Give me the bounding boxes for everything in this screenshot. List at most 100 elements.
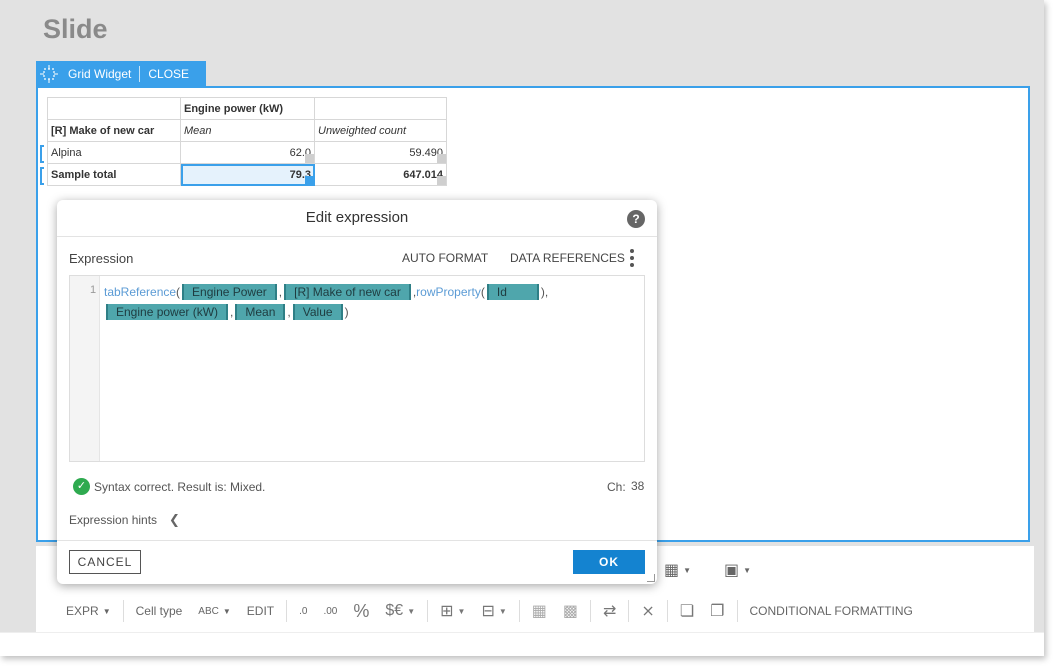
- resize-handle-icon[interactable]: [647, 574, 655, 582]
- increase-decimal-button[interactable]: .00: [315, 590, 345, 632]
- widget-close-button[interactable]: CLOSE: [140, 67, 197, 81]
- grid-cell-count[interactable]: 59.490: [314, 141, 447, 164]
- expression-code[interactable]: tabReference(Engine Power, [R] Make of ne…: [104, 282, 640, 322]
- grid-row-header-label[interactable]: [R] Make of new car: [47, 119, 181, 142]
- reference-token[interactable]: [R] Make of new car: [284, 284, 411, 300]
- widget-move-icon[interactable]: [36, 61, 62, 86]
- clear-format-icon: ⨯: [641, 603, 655, 620]
- chevron-down-icon: ▼: [407, 606, 416, 616]
- grid-cell-mean-selected[interactable]: 79.3: [180, 163, 315, 186]
- grid-col-count[interactable]: Unweighted count: [314, 119, 447, 142]
- grid-corner-cell[interactable]: [47, 97, 181, 120]
- chevron-down-icon: ▼: [102, 606, 111, 616]
- increase-decimal-icon: .00: [323, 605, 338, 617]
- function-name: tabReference: [104, 285, 177, 299]
- grid-cell-mean[interactable]: 62.0: [180, 141, 315, 164]
- cell-tag-icon: [305, 154, 314, 163]
- currency-dropdown[interactable]: $€ ▼: [377, 590, 423, 632]
- table-row: Alpina 62.0 59.490: [47, 141, 447, 164]
- decrease-decimal-button[interactable]: .0: [291, 590, 315, 632]
- toolbar-divider: [628, 600, 630, 622]
- decrease-decimal-icon: .0: [299, 605, 308, 617]
- copy-button[interactable]: ❏: [672, 590, 702, 632]
- chevron-down-icon: ▼: [222, 606, 231, 616]
- copy-icon: ❏: [679, 603, 695, 620]
- syntax-status: ✓ Syntax correct. Result is: Mixed.: [73, 478, 265, 495]
- fill-dropdown[interactable]: ▣ ▼: [724, 560, 751, 580]
- expression-label: Expression: [69, 251, 134, 266]
- dialog-title: Edit expression: [305, 209, 409, 226]
- table-style-button[interactable]: ▦: [524, 590, 555, 632]
- paste-button[interactable]: ❐: [702, 590, 732, 632]
- grid-row-label[interactable]: Alpina: [47, 141, 181, 164]
- char-count-value: 38: [631, 479, 645, 493]
- cell-tag-icon: [305, 176, 314, 185]
- reference-token[interactable]: Engine power (kW): [106, 304, 229, 320]
- toolbar-divider: [427, 600, 429, 622]
- char-count-label: Ch:: [607, 480, 626, 494]
- dialog-divider: [57, 236, 657, 237]
- grid-row-label[interactable]: Sample total: [47, 163, 181, 186]
- cell-tag-icon: [437, 154, 446, 163]
- fill-icon: ▣: [724, 562, 740, 579]
- grid-table: Engine power (kW) [R] Make of new car Me…: [47, 97, 447, 186]
- percent-button[interactable]: %: [345, 590, 377, 632]
- expr-dropdown[interactable]: EXPR ▼: [36, 590, 119, 632]
- chevron-down-icon: ▼: [683, 565, 692, 575]
- reference-token[interactable]: Engine Power: [182, 284, 277, 300]
- ok-button[interactable]: OK: [573, 550, 645, 574]
- editor-gutter: [70, 276, 100, 461]
- edit-button[interactable]: EDIT: [239, 590, 282, 632]
- cancel-button[interactable]: CANCEL: [69, 550, 141, 574]
- reference-token[interactable]: Id: [486, 284, 539, 300]
- abc-dropdown[interactable]: ABC ▼: [190, 590, 238, 632]
- insert-row-icon: ⊞: [440, 603, 454, 620]
- dialog-divider: [57, 540, 657, 541]
- paste-icon: ❐: [710, 603, 725, 620]
- toolbar-divider: [122, 600, 124, 622]
- toolbar-divider: [286, 600, 288, 622]
- expression-hints-toggle[interactable]: Expression hints ❮: [69, 512, 180, 528]
- insert-row-dropdown[interactable]: ⊞ ▼: [432, 590, 473, 632]
- toolbar-divider: [590, 600, 592, 622]
- status-text: Syntax correct. Result is: Mixed.: [94, 479, 266, 494]
- reference-token[interactable]: Mean: [235, 304, 286, 320]
- cell-type-label: Cell type: [135, 604, 183, 618]
- help-icon[interactable]: ?: [627, 210, 645, 228]
- chevron-down-icon: ▼: [498, 606, 507, 616]
- expression-editor[interactable]: 1 tabReference(Engine Power, [R] Make of …: [69, 275, 645, 462]
- line-number: 1: [90, 284, 97, 296]
- chevron-down-icon: ▼: [457, 606, 466, 616]
- widget-label: Grid Widget: [68, 66, 132, 81]
- table-icon: ▦: [531, 603, 547, 620]
- grid-style-button[interactable]: ▩: [555, 590, 586, 632]
- toolbar-divider: [736, 600, 738, 622]
- reference-token[interactable]: Value: [292, 304, 343, 320]
- insert-column-dropdown[interactable]: ⊟ ▼: [473, 590, 514, 632]
- merge-icon: ⇄: [603, 603, 617, 620]
- toolbar-divider: [666, 600, 668, 622]
- merge-button[interactable]: ⇄: [595, 590, 624, 632]
- grid-header-top[interactable]: Engine power (kW): [180, 97, 315, 120]
- borders-dropdown[interactable]: ▦ ▼: [664, 560, 691, 580]
- auto-format-button[interactable]: AUTO FORMAT: [402, 251, 488, 265]
- grid-cell-count[interactable]: 647.014: [314, 163, 447, 186]
- grid-col-mean[interactable]: Mean: [180, 119, 315, 142]
- more-options-icon[interactable]: [629, 249, 635, 267]
- clear-format-button[interactable]: ⨯: [633, 590, 662, 632]
- insert-column-icon: ⊟: [481, 603, 495, 620]
- chevron-down-icon: ▼: [743, 565, 752, 575]
- data-references-button[interactable]: DATA REFERENCES: [510, 251, 625, 265]
- bottom-band: [0, 632, 1044, 656]
- toolbar-divider: [518, 600, 520, 622]
- function-name: rowProperty: [416, 285, 481, 299]
- grid-icon: ▩: [562, 603, 579, 620]
- expr-label: EXPR: [66, 604, 99, 618]
- widget-tab: Grid Widget CLOSE: [36, 61, 206, 86]
- check-circle-icon: ✓: [73, 478, 90, 495]
- grid-header-top-empty[interactable]: [314, 97, 447, 120]
- hints-label: Expression hints: [69, 513, 158, 527]
- row-marker: [40, 167, 44, 185]
- borders-icon: ▦: [664, 562, 680, 579]
- conditional-formatting-button[interactable]: CONDITIONAL FORMATTING: [742, 590, 921, 632]
